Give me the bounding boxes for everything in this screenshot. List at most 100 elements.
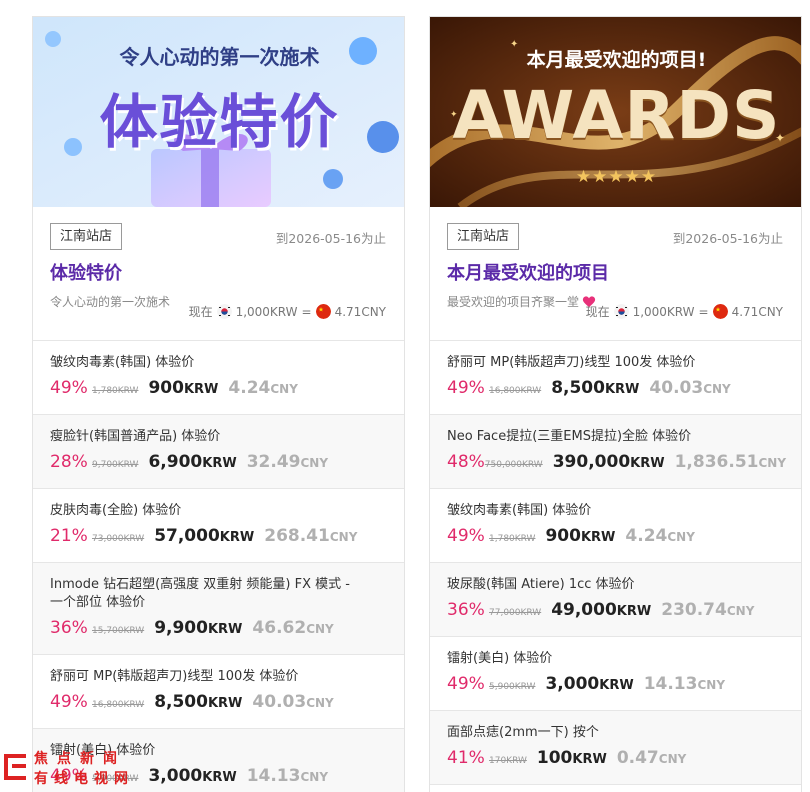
cny-unit: CNY bbox=[329, 530, 358, 544]
original-price: 5,900KRW bbox=[489, 682, 536, 692]
sale-price: 57,000 bbox=[154, 526, 220, 546]
sale-price: 8,500 bbox=[551, 378, 605, 398]
rate-prefix: 现在 bbox=[585, 305, 610, 319]
cny-unit: CNY bbox=[300, 456, 329, 470]
banner-big-text: 体验特价 bbox=[99, 88, 340, 156]
item-name: Inmode 钻石超塑(高强度 双重射 频能量) FX 模式 - 一个部位 体验… bbox=[50, 577, 350, 610]
cny-unit: CNY bbox=[703, 382, 731, 396]
sale-price-unit: KRW bbox=[207, 622, 243, 637]
discount-percent: 36% bbox=[50, 618, 88, 638]
cny-price: 268.41 bbox=[264, 526, 330, 546]
list-item[interactable]: 皱纹肉毒素(韩国) 体验价 49% 1,780KRW 900 KRW 4.24 CN… bbox=[33, 341, 404, 415]
cny-unit: CNY bbox=[667, 530, 695, 544]
promo-subtitle-text: 最受欢迎的项目齐聚一堂 bbox=[447, 295, 580, 309]
sale-price-unit: KRW bbox=[630, 456, 665, 471]
promo-title[interactable]: 本月最受欢迎的项目 bbox=[447, 259, 783, 285]
store-tag[interactable]: 江南站店 bbox=[447, 223, 520, 250]
rate-eq: = bbox=[698, 304, 709, 319]
sale-price: 390,000 bbox=[552, 452, 631, 472]
promo-info: 江南站店 到2026-05-16为止 体验特价 令人心动的第一次施术 现在 1,… bbox=[33, 207, 404, 341]
list-item[interactable]: 皱纹肉毒素(韩国) 体验价 49% 1,780KRW 900 KRW 4.24 CN… bbox=[430, 489, 801, 563]
rate-krw: 1,000KRW bbox=[632, 304, 695, 319]
cny-price: 230.74 bbox=[661, 600, 727, 620]
item-name: 舒丽可 MP(韩版超声刀)线型 100发 体验价 bbox=[447, 355, 696, 370]
discount-percent: 36% bbox=[447, 600, 485, 620]
sale-price-unit: KRW bbox=[202, 770, 237, 785]
cny-unit: CNY bbox=[758, 456, 787, 470]
discount-percent: 49% bbox=[447, 674, 485, 694]
cny-price: 1,836.51 bbox=[674, 452, 759, 472]
exchange-rate: 现在 1,000KRW = 4.71CNY bbox=[586, 303, 783, 320]
cny-unit: CNY bbox=[306, 622, 334, 636]
promo-banner-awards[interactable]: ✦ ✦ ✦ 本月最受欢迎的项目! AWARDS ★★★★★ bbox=[430, 17, 801, 207]
sale-price-unit: KRW bbox=[599, 678, 634, 693]
rate-eq: = bbox=[301, 304, 312, 319]
original-price: 9,700KRW bbox=[92, 460, 139, 470]
price-row: 49% 16,800KRW 8,500 KRW 40.03 CNY bbox=[447, 378, 784, 398]
promo-subtitle-text: 令人心动的第一次施术 bbox=[50, 295, 171, 309]
discount-percent: 49% bbox=[447, 526, 485, 546]
sale-price: 3,000 bbox=[545, 674, 600, 694]
sale-price: 49,000 bbox=[551, 600, 617, 620]
discount-percent: 49% bbox=[447, 378, 485, 398]
list-item[interactable]: 镭射(美白) 体验价 49% 5,900KRW 3,000 KRW 14.13 CN… bbox=[430, 637, 801, 711]
rate-krw: 1,000KRW bbox=[235, 304, 298, 319]
list-item[interactable]: 玻尿酸(韩国 Atiere) 1cc 体验价 36% 77,000KRW 49,… bbox=[430, 563, 801, 637]
price-row: 36% 15,700KRW 9,900 KRW 46.62 CNY bbox=[50, 618, 387, 638]
discount-percent: 49% bbox=[50, 378, 88, 398]
cny-price: 40.03 bbox=[252, 692, 307, 712]
list-item[interactable]: 瘦脸针(韩国普通产品) 体验价 28% 9,700KRW 6,900 KRW 32… bbox=[33, 415, 404, 489]
banner-stars: ★★★★★ bbox=[575, 167, 658, 187]
cny-unit: CNY bbox=[306, 696, 334, 710]
sale-price-unit: KRW bbox=[207, 696, 243, 711]
sale-price: 6,900 bbox=[148, 452, 203, 472]
item-name: 面部点痣(2mm一下) 按个 bbox=[447, 725, 599, 740]
list-item[interactable]: Neo Face提拉(三重EMS提拉)全脸 体验价 48% 750,000KRW… bbox=[430, 415, 801, 489]
watermark-line2: 有线电视网 bbox=[34, 771, 134, 787]
discount-percent: 48% bbox=[447, 452, 485, 472]
cny-price: 40.03 bbox=[649, 378, 704, 398]
store-tag[interactable]: 江南站店 bbox=[50, 223, 123, 250]
promo-card-trial[interactable]: 令人心动的第一次施术 体验特价 江南站店 到2026-05-16为止 体验特价 … bbox=[32, 16, 405, 792]
korea-flag-icon bbox=[613, 304, 629, 319]
sale-price-unit: KRW bbox=[202, 456, 237, 471]
banner-big-text: AWARDS bbox=[452, 77, 781, 154]
tv-logo-icon bbox=[4, 754, 26, 780]
list-item[interactable]: 皮肤肉毒(全脸) 体验价 21% 73,000KRW 57,000 KRW 268… bbox=[33, 489, 404, 563]
item-name: 瘦脸针(韩国普通产品) 体验价 bbox=[50, 429, 221, 444]
price-row: 21% 73,000KRW 57,000 KRW 268.41 CNY bbox=[50, 526, 387, 546]
sale-price-unit: KRW bbox=[616, 604, 652, 619]
cny-price: 46.62 bbox=[252, 618, 307, 638]
sale-price: 9,900 bbox=[154, 618, 208, 638]
list-item[interactable]: 舒丽可 MP(韩版超声刀)线型 100发 体验价 49% 16,800KRW 8… bbox=[430, 341, 801, 415]
promo-title[interactable]: 体验特价 bbox=[50, 259, 386, 285]
watermark-line1: 焦点新闻 bbox=[34, 751, 126, 767]
discount-percent: 41% bbox=[447, 748, 485, 768]
promo-deadline: 到2026-05-16为止 bbox=[275, 231, 386, 246]
item-name: 皮肤肉毒(全脸) 体验价 bbox=[50, 503, 182, 518]
list-item[interactable]: Inmode 钻石超塑(高强度 双重射 频能量) FX 模式 - 一个部位 体验… bbox=[33, 563, 404, 655]
original-price: 1,780KRW bbox=[92, 386, 139, 396]
china-flag-icon bbox=[315, 304, 331, 319]
list-item[interactable]: 舒丽可 MP(韩版超声刀)线型 100发 体验价 49% 16,800KRW 8… bbox=[33, 655, 404, 729]
sale-price-unit: KRW bbox=[183, 382, 219, 397]
item-list: 皱纹肉毒素(韩国) 体验价 49% 1,780KRW 900 KRW 4.24 CN… bbox=[33, 341, 404, 792]
list-item[interactable]: 面部点痣(2mm一下) 按个 41% 170KRW 100 KRW 0.47 CNY bbox=[430, 711, 801, 785]
banner-headline: 本月最受欢迎的项目! bbox=[526, 49, 707, 71]
sale-price: 8,500 bbox=[154, 692, 208, 712]
cny-unit: CNY bbox=[726, 604, 755, 618]
item-name: 皱纹肉毒素(韩国) 体验价 bbox=[447, 503, 592, 518]
sale-price: 900 bbox=[148, 378, 184, 398]
rate-cny: 4.71CNY bbox=[731, 304, 783, 319]
original-price: 15,700KRW bbox=[92, 626, 145, 636]
promo-card-awards[interactable]: ✦ ✦ ✦ 本月最受欢迎的项目! AWARDS ★★★★★ 江南站店 到2026… bbox=[429, 16, 802, 792]
exchange-rate: 现在 1,000KRW = 4.71CNY bbox=[189, 303, 386, 320]
china-flag-icon bbox=[712, 304, 728, 319]
banner-headline: 令人心动的第一次施术 bbox=[119, 45, 320, 69]
original-price: 1,780KRW bbox=[489, 534, 536, 544]
sale-price-unit: KRW bbox=[572, 752, 607, 767]
cny-price: 4.24 bbox=[625, 526, 668, 546]
promo-banner-trial[interactable]: 令人心动的第一次施术 体验特价 bbox=[33, 17, 404, 207]
price-row: 28% 9,700KRW 6,900 KRW 32.49 CNY bbox=[50, 452, 387, 472]
cny-unit: CNY bbox=[658, 752, 687, 766]
